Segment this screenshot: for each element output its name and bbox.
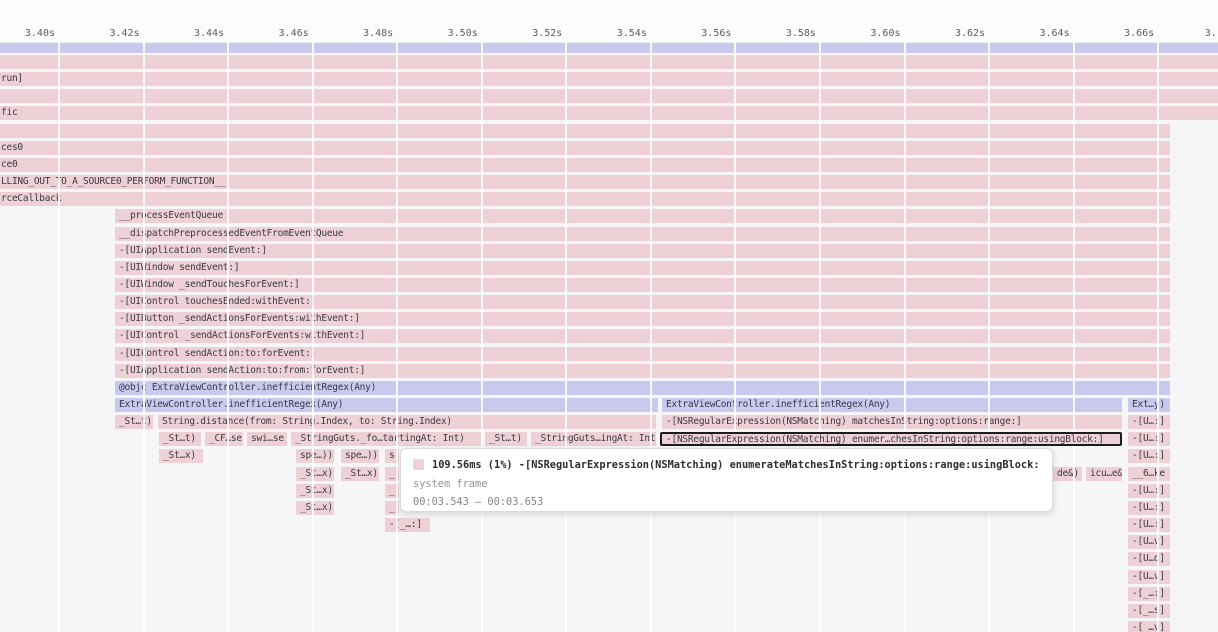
stack-frame-bar[interactable]: __dispatchPreprocessedEventFromEventQueu… (115, 227, 1170, 241)
ruler-tick-label: 3. (1205, 28, 1218, 40)
ruler-tick-label: 3.58s (782, 28, 816, 40)
tooltip-frame-title: 109.56ms (1%) -[NSRegularExpression(NSMa… (432, 459, 1040, 471)
stack-frame-bar[interactable]: _St…x) (296, 467, 334, 481)
stack-frame-bar[interactable]: de&) (1053, 467, 1082, 481)
ruler-tick-label: 3.66s (1120, 28, 1154, 40)
stack-frame-bar[interactable]: _St…t) (159, 432, 201, 446)
stack-frame-bar[interactable]: _St…t) (485, 432, 527, 446)
stack-frame-bar[interactable]: LLING_OUT_TO_A_SOURCE0_PERFORM_FUNCTION_… (0, 175, 1170, 189)
stack-frame-bar[interactable]: swi…se (247, 432, 287, 446)
stack-frame-bar[interactable]: -[UIControl touchesEnded:withEvent:] (115, 295, 1170, 309)
stack-frame-bar[interactable]: -[U…:] (1128, 432, 1170, 446)
stack-frame-bar-selected[interactable]: -[NSRegularExpression(NSMatching) enumer… (660, 432, 1122, 446)
flame-chart[interactable]: run] fic ces0 ce0 LLING_OUT_TO_A_SOURCE0_PER… (0, 42, 1218, 632)
stack-frame-bar[interactable]: -[U…:] (1128, 415, 1170, 429)
stack-frame-bar[interactable]: _St…x) (296, 501, 334, 515)
stack-frame-bar[interactable]: -[UIButton _sendActionsForEvents:withEve… (115, 312, 1170, 326)
stack-frame-bar[interactable]: _ (385, 501, 399, 515)
stack-frame-bar[interactable]: __processEventQueue (115, 209, 1170, 223)
stack-frame-bar[interactable]: -[UIApplication sendAction:to:from:forEv… (115, 364, 1170, 378)
frame-color-swatch (413, 459, 424, 470)
ruler-tick-label: 3.56s (697, 28, 731, 40)
ruler-tick-label: 3.52s (528, 28, 562, 40)
stack-frame-bar[interactable]: _ (385, 484, 399, 498)
stack-frame-bar[interactable]: -[_…s] (1128, 604, 1170, 618)
stack-frame-bar[interactable] (0, 89, 1218, 103)
stack-frame-bar[interactable]: spe…)) (341, 449, 379, 463)
ruler-tick-label: 3.62s (951, 28, 985, 40)
tooltip-frame-type: system frame (413, 478, 1040, 491)
ruler-tick-label: 3.48s (359, 28, 393, 40)
stack-frame-bar[interactable]: ce0 (0, 158, 1170, 172)
ruler-tick-label: 3.50s (444, 28, 478, 40)
stack-frame-bar[interactable]: -[NSRegularExpression(NSMatching) matche… (662, 415, 1122, 429)
time-ruler[interactable]: 3.40s 3.42s 3.44s 3.46s 3.48s 3.50s 3.52s 3.54s… (0, 0, 1218, 43)
stack-frame-bar[interactable]: -[UIWindow sendEvent:] (115, 261, 1170, 275)
stack-frame-bar[interactable]: @objc ExtraViewController.inefficientReg… (115, 381, 1170, 395)
tooltip-header: 109.56ms (1%) -[NSRegularExpression(NSMa… (413, 457, 1040, 472)
stack-frame-bar[interactable]: -[UIControl _sendActionsForEvents:withEv… (115, 329, 1170, 343)
stack-frame-bar[interactable]: spe…)) (296, 449, 334, 463)
stack-frame-bar[interactable]: -[U…v] (1128, 535, 1170, 549)
frame-tooltip: 109.56ms (1%) -[NSRegularExpression(NSMa… (400, 448, 1053, 512)
stack-frame-bar[interactable]: _ (385, 467, 399, 481)
stack-frame-bar[interactable]: -[U…:] (1128, 501, 1170, 515)
stack-frame-bar[interactable]: String.distance(from: String.Index, to: … (158, 415, 656, 429)
stack-frame-bar[interactable]: -[UIWindow _sendTouchesForEvent:] (115, 278, 1170, 292)
tooltip-time-range: 00:03.543 — 00:03.653 (413, 496, 1040, 509)
stack-frame-bar[interactable]: rceCallback (0, 192, 1170, 206)
stack-frame-bar[interactable]: ExtraViewController.inefficientRegex(Any… (115, 398, 658, 412)
stack-frame-bar[interactable]: _StringGuts._fo…tartingAt: Int) (291, 432, 481, 446)
stack-frame-bar[interactable]: -[_…:] (1128, 587, 1170, 601)
stack-frame-bar[interactable]: ces0 (0, 141, 1170, 155)
stack-frame-bar[interactable]: -[UIControl sendAction:to:forEvent:] (115, 347, 1170, 361)
ruler-tick-label: 3.44s (190, 28, 224, 40)
ruler-tick-label: 3.40s (21, 28, 55, 40)
stack-frame-bar[interactable]: _St…x) (159, 449, 203, 463)
stack-frame-bar[interactable]: run] (0, 72, 1218, 86)
stack-frame-bar[interactable]: Ext…y) (1128, 398, 1170, 412)
flame-graph-view: 3.40s 3.42s 3.44s 3.46s 3.48s 3.50s 3.52s 3.54s… (0, 0, 1218, 632)
stack-frame-bar[interactable]: -[_…v] (1128, 621, 1170, 632)
stack-frame-bar[interactable]: -[U…v] (1128, 570, 1170, 584)
stack-frame-bar[interactable]: -[UIApplication sendEvent:] (115, 244, 1170, 258)
stack-frame-bar[interactable]: ExtraViewController.inefficientRegex(Any… (662, 398, 1122, 412)
stack-frame-bar[interactable]: _CF…se (205, 432, 243, 446)
stack-frame-bar[interactable]: __6…ke (1128, 467, 1170, 481)
stack-frame-bar[interactable]: -[U…:] (1128, 484, 1170, 498)
ruler-tick-label: 3.54s (613, 28, 647, 40)
stack-frame-bar[interactable]: -[U…d] (1128, 552, 1170, 566)
ruler-tick-label: 3.60s (867, 28, 901, 40)
stack-frame-bar[interactable] (0, 124, 1170, 138)
stack-frame-bar[interactable]: -[U…:] (1128, 449, 1170, 463)
ruler-tick-label: 3.46s (275, 28, 309, 40)
stack-frame-bar[interactable]: s (385, 449, 399, 463)
stack-frame-bar[interactable]: -[U…:] (1128, 518, 1170, 532)
stack-frame-bar[interactable]: icu…e&) (1086, 467, 1122, 481)
stack-frame-bar[interactable]: fic (0, 106, 1218, 120)
stack-frame-bar[interactable]: -[_…:] (385, 518, 430, 532)
ruler-tick-label: 3.64s (1036, 28, 1070, 40)
stack-frame-bar[interactable] (0, 55, 1218, 69)
stack-frame-bar[interactable] (0, 43, 1218, 53)
stack-frame-bar[interactable]: _St…t) (115, 415, 153, 429)
stack-frame-bar[interactable]: _St…x) (296, 484, 334, 498)
ruler-tick-label: 3.42s (106, 28, 140, 40)
stack-frame-bar[interactable]: _St…x) (341, 467, 379, 481)
stack-frame-bar[interactable]: _StringGuts…ingAt: Int) (531, 432, 656, 446)
